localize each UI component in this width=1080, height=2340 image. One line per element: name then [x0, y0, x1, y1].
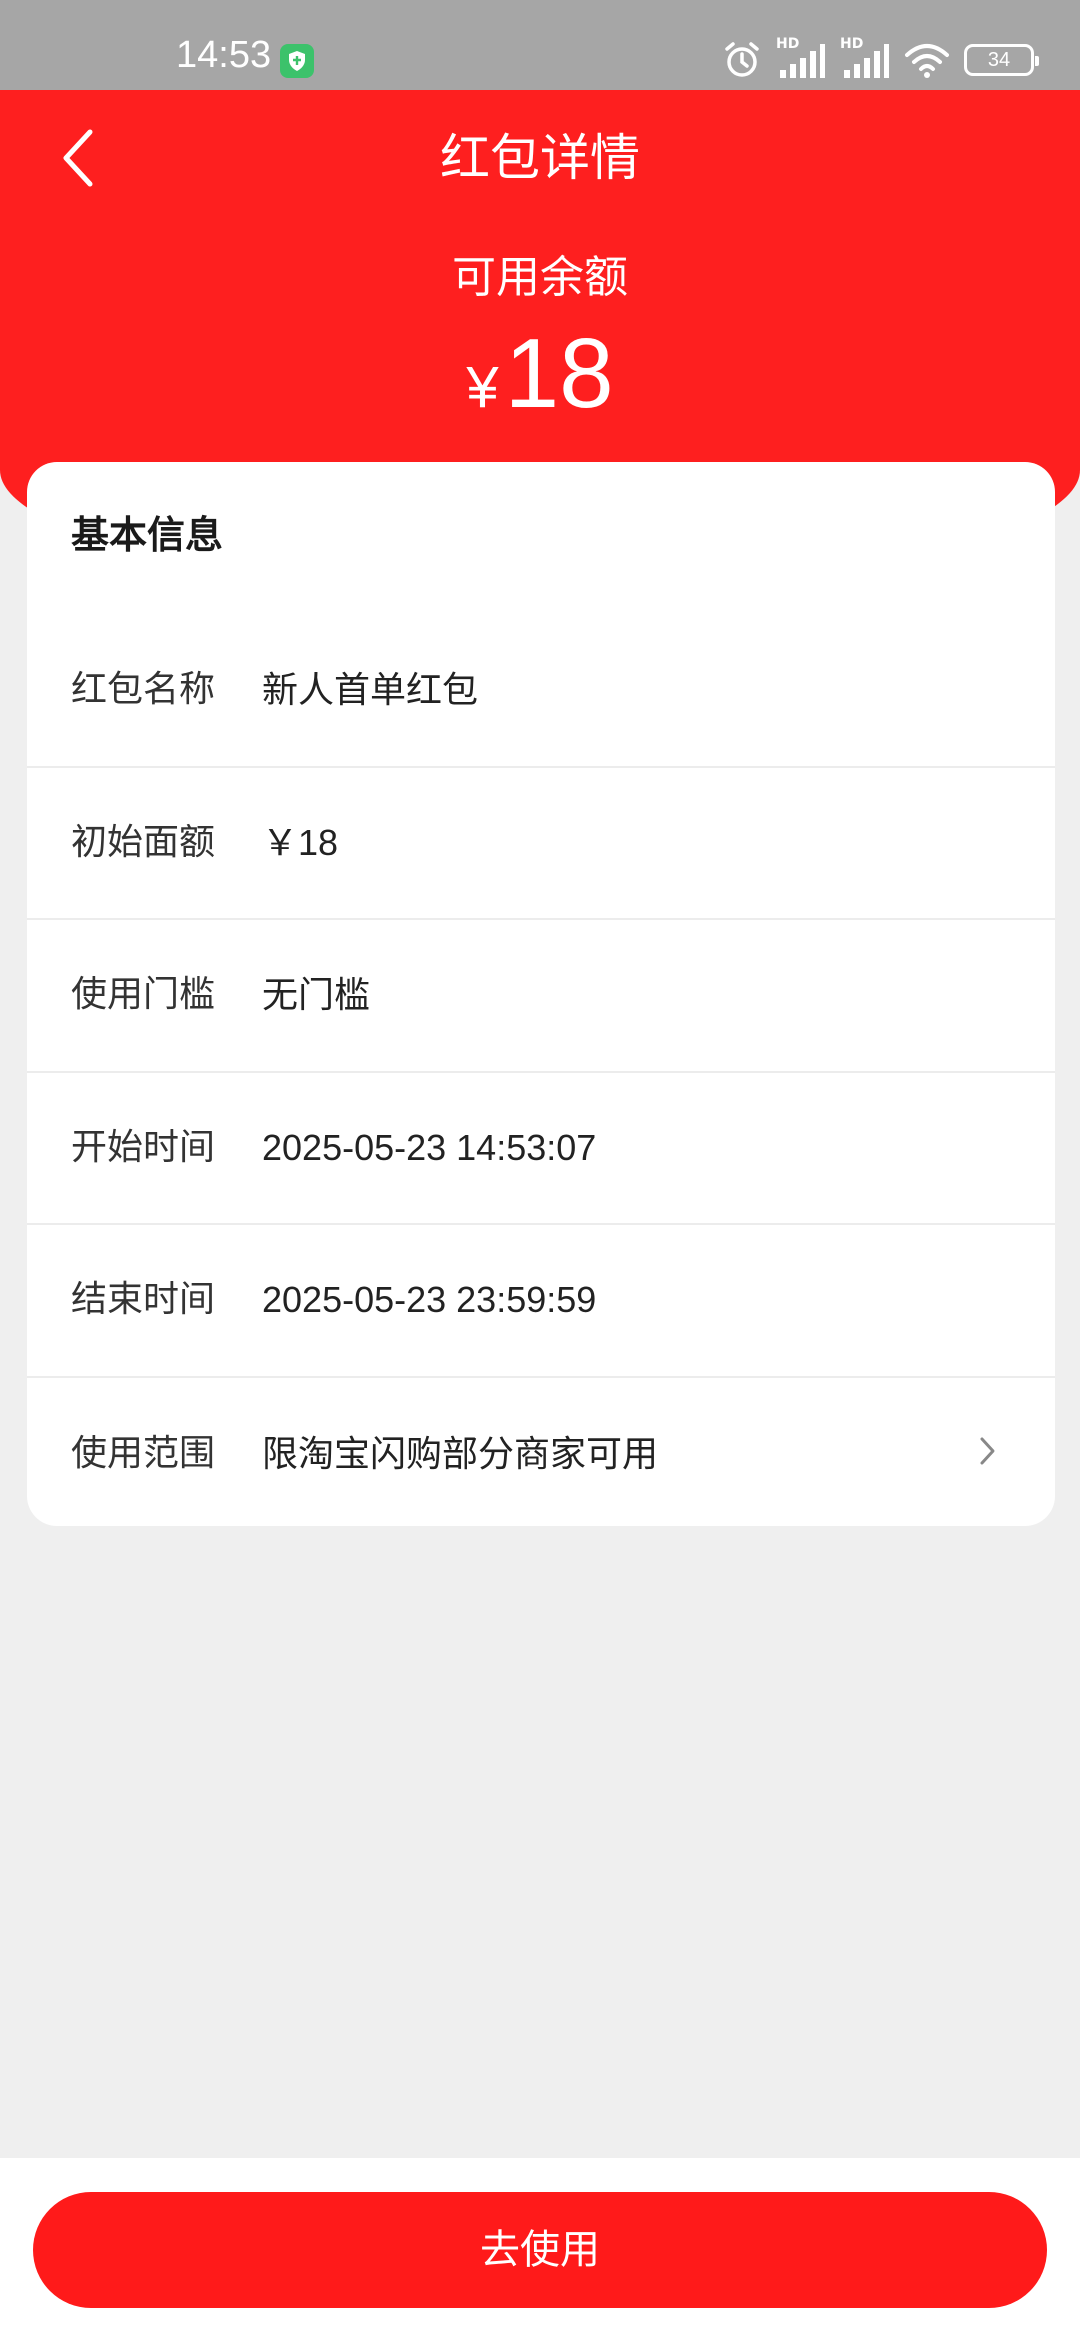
- row-value: 无门槛: [262, 974, 371, 1016]
- chevron-right-icon[interactable]: [977, 1434, 999, 1468]
- page-title: 红包详情: [440, 129, 640, 187]
- balance-value: 18: [504, 318, 614, 428]
- row-label: 结束时间: [71, 1279, 216, 1321]
- row-value: ￥18: [262, 821, 339, 863]
- battery-level: 34: [987, 48, 1011, 71]
- row-label: 初始面额: [71, 821, 216, 863]
- row-start-time: 开始时间 2025-05-23 14:53:07: [27, 1073, 1055, 1225]
- row-label: 开始时间: [71, 1126, 216, 1168]
- alarm-icon: [725, 42, 759, 77]
- balance-currency: ¥: [466, 355, 499, 420]
- status-time: 14:53: [176, 34, 272, 76]
- info-card: 基本信息 红包名称 新人首单红包 初始面额 ￥18 使用门槛 无门槛 开始时间 …: [27, 462, 1055, 1526]
- row-end-time: 结束时间 2025-05-23 23:59:59: [27, 1225, 1055, 1378]
- row-usage-scope[interactable]: 使用范围 限淘宝闪购部分商家可用: [27, 1378, 1055, 1527]
- card-title: 基本信息: [71, 513, 224, 557]
- battery-icon: 34: [964, 44, 1039, 76]
- signal-icon: [780, 44, 825, 78]
- row-value: 2025-05-23 23:59:59: [262, 1279, 597, 1321]
- row-value: 限淘宝闪购部分商家可用: [262, 1432, 659, 1474]
- row-name: 红包名称 新人首单红包: [27, 615, 1055, 768]
- row-label: 使用范围: [71, 1432, 216, 1474]
- row-value: 2025-05-23 14:53:07: [262, 1126, 597, 1168]
- row-threshold: 使用门槛 无门槛: [27, 920, 1055, 1073]
- wifi-icon: [905, 44, 949, 78]
- balance-label: 可用余额: [452, 252, 628, 303]
- signal-2: HD: [840, 36, 890, 80]
- status-icons: HD HD 34: [722, 36, 1039, 80]
- signal-icon: [844, 44, 889, 78]
- signal-1: HD: [776, 36, 826, 80]
- use-button[interactable]: 去使用: [33, 2192, 1047, 2308]
- balance-amount: ¥18: [0, 318, 1080, 457]
- row-value: 新人首单红包: [262, 669, 479, 711]
- page: 14:53 HD HD 34 红包详情 可用余额 ¥18 基本信息 红包名称 新…: [0, 0, 1080, 2340]
- status-bar: 14:53 HD HD 34: [0, 0, 1080, 90]
- row-initial-amount: 初始面额 ￥18: [27, 768, 1055, 920]
- bottom-bar: 去使用: [0, 2158, 1080, 2340]
- info-rows: 红包名称 新人首单红包 初始面额 ￥18 使用门槛 无门槛 开始时间 2025-…: [27, 615, 1055, 1526]
- row-label: 使用门槛: [71, 974, 216, 1016]
- shield-icon: [280, 44, 314, 78]
- row-label: 红包名称: [71, 669, 216, 711]
